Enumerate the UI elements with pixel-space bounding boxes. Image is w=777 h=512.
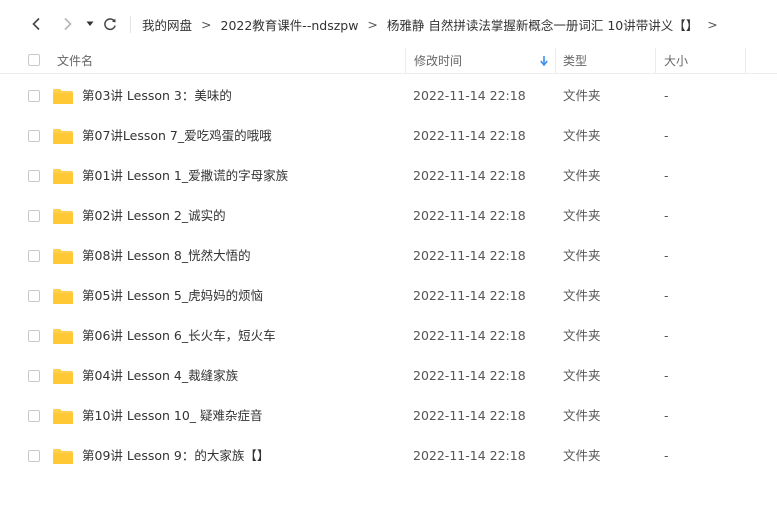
select-all-checkbox[interactable] [28,54,40,66]
file-manager-window: 我的网盘 > 2022教育课件--ndszpw > 杨雅静 自然拼读法掌握新概念… [0,0,777,512]
file-type: 文件夹 [563,288,601,303]
file-size: - [664,288,669,303]
row-checkbox[interactable] [28,130,40,142]
file-size: - [664,368,669,383]
folder-icon [53,289,73,304]
breadcrumb-separator: > [707,16,718,32]
file-type: 文件夹 [563,368,601,383]
file-modified-time: 2022-11-14 22:18 [413,168,526,183]
refresh-icon [104,18,116,31]
table-row[interactable]: 第07讲Lesson 7_爱吃鸡蛋的哦哦 2022-11-14 22:18 文件… [0,116,777,156]
file-size: - [664,248,669,263]
row-checkbox[interactable] [28,450,40,462]
folder-icon [53,249,73,264]
column-separator[interactable] [555,48,556,74]
file-name[interactable]: 第05讲 Lesson 5_虎妈妈的烦恼 [82,276,263,316]
file-size: - [664,448,669,463]
breadcrumb: 我的网盘 > 2022教育课件--ndszpw > 杨雅静 自然拼读法掌握新概念… [142,0,727,48]
file-type: 文件夹 [563,408,601,423]
file-modified-time: 2022-11-14 22:18 [413,248,526,263]
row-checkbox[interactable] [28,330,40,342]
file-type: 文件夹 [563,128,601,143]
row-checkbox[interactable] [28,410,40,422]
row-checkbox[interactable] [28,370,40,382]
folder-icon [53,89,73,104]
history-dropdown-button[interactable] [80,14,100,34]
table-row[interactable]: 第06讲 Lesson 6_长火车，短火车 2022-11-14 22:18 文… [0,316,777,356]
row-checkbox[interactable] [28,170,40,182]
file-modified-time: 2022-11-14 22:18 [413,408,526,423]
file-name[interactable]: 第09讲 Lesson 9：的大家族【】 [82,436,269,476]
caret-down-icon [86,21,94,26]
column-header-name[interactable]: 文件名 [57,48,93,73]
file-modified-time: 2022-11-14 22:18 [413,128,526,143]
row-checkbox[interactable] [28,290,40,302]
table-row[interactable]: 第04讲 Lesson 4_裁缝家族 2022-11-14 22:18 文件夹 … [0,356,777,396]
breadcrumb-item-course-folder[interactable]: 2022教育课件--ndszpw [221,15,359,34]
column-header-modified[interactable]: 修改时间 [414,48,462,73]
folder-icon [53,369,73,384]
file-type: 文件夹 [563,208,601,223]
file-name[interactable]: 第03讲 Lesson 3：美味的 [82,76,232,116]
table-row[interactable]: 第08讲 Lesson 8_恍然大悟的 2022-11-14 22:18 文件夹… [0,236,777,276]
row-checkbox[interactable] [28,250,40,262]
file-modified-time: 2022-11-14 22:18 [413,368,526,383]
table-row[interactable]: 第09讲 Lesson 9：的大家族【】 2022-11-14 22:18 文件… [0,436,777,476]
row-checkbox[interactable] [28,210,40,222]
file-size: - [664,328,669,343]
table-row[interactable]: 第02讲 Lesson 2_诚实的 2022-11-14 22:18 文件夹 - [0,196,777,236]
file-name[interactable]: 第08讲 Lesson 8_恍然大悟的 [82,236,251,276]
forward-button[interactable] [57,14,77,34]
file-modified-time: 2022-11-14 22:18 [413,208,526,223]
file-modified-time: 2022-11-14 22:18 [413,448,526,463]
table-row[interactable]: 第05讲 Lesson 5_虎妈妈的烦恼 2022-11-14 22:18 文件… [0,276,777,316]
file-modified-time: 2022-11-14 22:18 [413,288,526,303]
file-size: - [664,88,669,103]
file-name[interactable]: 第07讲Lesson 7_爱吃鸡蛋的哦哦 [82,116,272,156]
column-header: 文件名 修改时间 类型 大小 [0,48,777,74]
file-name[interactable]: 第04讲 Lesson 4_裁缝家族 [82,356,238,396]
back-button[interactable] [27,14,47,34]
sort-down-arrow-icon[interactable] [539,55,549,67]
folder-icon [53,129,73,144]
chevron-right-icon [64,17,72,31]
file-modified-time: 2022-11-14 22:18 [413,328,526,343]
file-type: 文件夹 [563,168,601,183]
file-size: - [664,128,669,143]
table-row[interactable]: 第03讲 Lesson 3：美味的 2022-11-14 22:18 文件夹 - [0,76,777,116]
file-size: - [664,208,669,223]
folder-icon [53,209,73,224]
file-type: 文件夹 [563,248,601,263]
file-size: - [664,168,669,183]
folder-icon [53,329,73,344]
row-checkbox[interactable] [28,90,40,102]
table-row[interactable]: 第01讲 Lesson 1_爱撒谎的字母家族 2022-11-14 22:18 … [0,156,777,196]
column-header-type[interactable]: 类型 [563,48,587,73]
file-type: 文件夹 [563,448,601,463]
file-modified-time: 2022-11-14 22:18 [413,88,526,103]
file-name[interactable]: 第10讲 Lesson 10_ 疑难杂症音 [82,396,263,436]
refresh-button[interactable] [100,14,120,34]
navigation-bar: 我的网盘 > 2022教育课件--ndszpw > 杨雅静 自然拼读法掌握新概念… [0,0,777,48]
file-type: 文件夹 [563,328,601,343]
file-type: 文件夹 [563,88,601,103]
file-name[interactable]: 第06讲 Lesson 6_长火车，短火车 [82,316,276,356]
breadcrumb-item-current-folder[interactable]: 杨雅静 自然拼读法掌握新概念一册词汇 10讲带讲义【】 [387,15,698,34]
file-name[interactable]: 第02讲 Lesson 2_诚实的 [82,196,226,236]
folder-icon [53,169,73,184]
file-size: - [664,408,669,423]
column-separator[interactable] [745,48,746,74]
breadcrumb-separator: > [367,16,378,32]
breadcrumb-item-root[interactable]: 我的网盘 [142,15,192,34]
chevron-left-icon [32,17,40,31]
file-name[interactable]: 第01讲 Lesson 1_爱撒谎的字母家族 [82,156,288,196]
table-row[interactable]: 第10讲 Lesson 10_ 疑难杂症音 2022-11-14 22:18 文… [0,396,777,436]
column-separator[interactable] [405,48,406,74]
folder-icon [53,449,73,464]
column-separator[interactable] [655,48,656,74]
folder-icon [53,409,73,424]
nav-divider [130,16,131,33]
column-header-size[interactable]: 大小 [664,48,688,73]
breadcrumb-separator: > [201,16,212,32]
